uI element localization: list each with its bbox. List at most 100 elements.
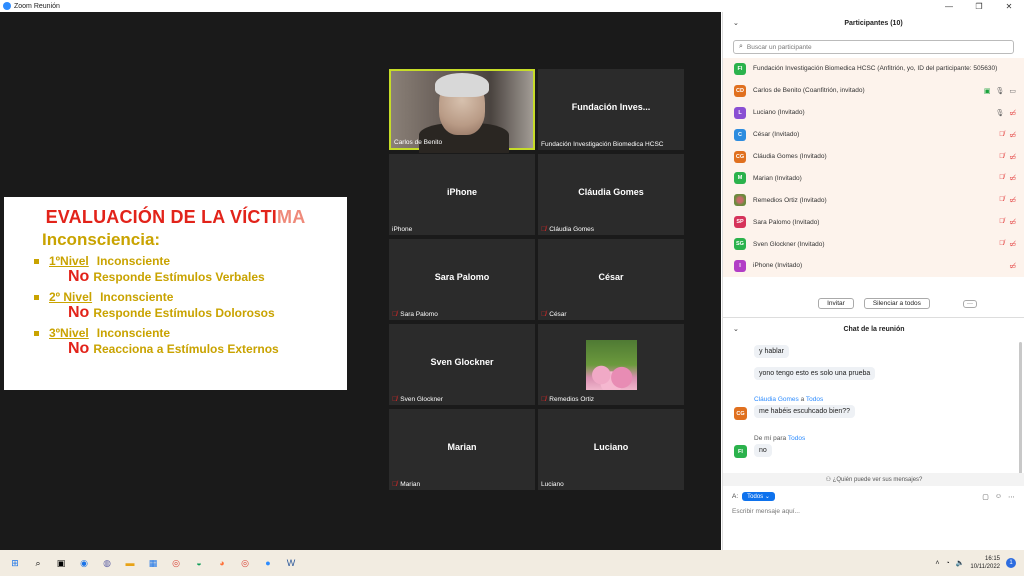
participant-row[interactable]: SG Sven Glockner (Invitado) 🎙̸ ▭̸ xyxy=(723,233,1024,256)
mic-muted-icon[interactable]: 🎙̸ xyxy=(999,218,1004,226)
participant-search-input[interactable]: ⌕ Buscar un participante xyxy=(733,40,1014,54)
participant-actions: Invitar Silenciar a todos ··· xyxy=(723,298,1024,309)
mic-muted-icon[interactable]: 🎙̸ xyxy=(999,131,1004,139)
participant-row[interactable]: SP Sara Palomo (Invitado) 🎙̸ ▭̸ xyxy=(723,211,1024,234)
mic-muted-icon[interactable]: 🎙̸ xyxy=(999,240,1004,248)
collapse-chevron-icon[interactable]: ⌄ xyxy=(733,19,739,27)
tile-name: César xyxy=(598,272,624,282)
chevron-up-icon[interactable]: ˄ xyxy=(935,560,939,567)
participant-row[interactable]: CD Carlos de Benito (Coanfitrión, invita… xyxy=(723,79,1024,102)
more-options-button[interactable]: ··· xyxy=(963,299,977,308)
chat-message: no xyxy=(754,444,772,457)
word-icon[interactable]: W xyxy=(283,555,299,571)
windows-start-icon[interactable]: ⊞ xyxy=(7,555,23,571)
profile-picture-flowers xyxy=(586,340,637,390)
edge-icon[interactable]: ◒ xyxy=(191,555,207,571)
participant-row[interactable]: L Luciano (Invitado) 🎙 ▭̸ xyxy=(723,101,1024,124)
camera-off-icon[interactable]: ▭̸ xyxy=(1009,153,1016,161)
camera-icon[interactable]: ▭ xyxy=(1009,87,1016,95)
video-tile-remedios[interactable]: 🎙̸ Remedios Ortiz xyxy=(538,324,684,405)
avatar: M xyxy=(734,172,746,185)
tile-label: iPhone xyxy=(392,226,413,233)
notification-badge[interactable]: 1 xyxy=(1006,558,1016,568)
shared-slide: EVALUACIÓN DE LA VÍCTIMA Inconsciencia: … xyxy=(4,197,347,390)
meeting-stage: EVALUACIÓN DE LA VÍCTIMA Inconsciencia: … xyxy=(0,12,721,550)
minimize-button[interactable]: — xyxy=(934,0,964,12)
chat-header: ⌄ Chat de la reunión xyxy=(723,320,1024,338)
firefox-icon[interactable]: ◕ xyxy=(214,555,230,571)
camera-off-icon[interactable]: ▭̸ xyxy=(1009,131,1016,139)
camera-off-icon[interactable]: ▭̸ xyxy=(1009,240,1016,248)
maximize-button[interactable]: ❐ xyxy=(964,0,994,12)
chat-scrollbar[interactable] xyxy=(1019,342,1022,482)
slide-title: EVALUACIÓN DE LA VÍCTIMA xyxy=(45,207,306,227)
emoji-icon[interactable]: ☺ xyxy=(995,493,1002,501)
video-tile-fundacion[interactable]: Fundación Inves... Fundación Investigaci… xyxy=(538,69,684,150)
chat-message: y hablar xyxy=(754,345,789,358)
volume-icon[interactable]: 🔈 xyxy=(956,559,965,567)
recipient-dropdown[interactable]: Todos ⌄ xyxy=(742,492,775,501)
tile-label: Fundación Investigación Biomedica HCSC xyxy=(541,141,664,148)
chrome-icon[interactable]: ◎ xyxy=(168,555,184,571)
video-tile-luciano[interactable]: Luciano Luciano xyxy=(538,409,684,490)
mic-muted-icon[interactable]: 🎙̸ xyxy=(999,153,1004,161)
mute-all-button[interactable]: Silenciar a todos xyxy=(863,298,930,309)
mic-icon[interactable]: 🎙 xyxy=(995,109,1004,117)
search-icon[interactable]: ⌕ xyxy=(30,555,46,571)
who-can-see-link[interactable]: ⚇ ¿Quién puede ver sus mensajes? xyxy=(723,473,1024,486)
video-tile-iphone[interactable]: iPhone iPhone xyxy=(389,154,535,235)
video-feed xyxy=(391,71,533,153)
mic-muted-icon[interactable]: 🎙̸ xyxy=(999,174,1004,182)
collapse-chevron-icon[interactable]: ⌄ xyxy=(733,325,739,333)
slide-level-1: 1ºNivel Inconsciente No Responde Estímulos… xyxy=(34,254,347,286)
file-explorer-icon[interactable]: ▬ xyxy=(122,555,138,571)
participant-row[interactable]: I iPhone (Invitado) ▭̸ xyxy=(723,255,1024,277)
tile-label: Carlos de Benito xyxy=(394,139,443,146)
camera-off-icon[interactable]: ▭̸ xyxy=(1009,262,1016,270)
mic-icon[interactable]: 🎙 xyxy=(995,87,1004,95)
window-title: Zoom Reunión xyxy=(14,2,60,10)
avatar: L xyxy=(734,106,746,119)
participant-row[interactable]: FI Fundación Investigación Biomedica HCS… xyxy=(723,58,1024,80)
avatar: CD xyxy=(734,84,746,97)
file-icon[interactable]: ▢ xyxy=(982,493,989,501)
chat-app-icon[interactable]: ◍ xyxy=(99,555,115,571)
avatar: SG xyxy=(734,238,746,251)
zoom-icon[interactable]: ● xyxy=(260,555,276,571)
avatar: SP xyxy=(734,216,746,229)
tile-label: 🎙̸ Sven Glockner xyxy=(392,396,443,403)
clock[interactable]: 16:15 10/11/2022 xyxy=(970,555,1000,571)
camera-off-icon[interactable]: ▭̸ xyxy=(1009,218,1016,226)
avatar: CG xyxy=(734,150,746,163)
system-tray: ˄ ◔ 🔈 16:15 10/11/2022 1 xyxy=(935,550,1016,576)
video-tile-sara[interactable]: Sara Palomo 🎙̸ Sara Palomo xyxy=(389,239,535,320)
network-icon[interactable]: ◔ xyxy=(945,560,949,567)
video-tile-marian[interactable]: Marian 🎙̸ Marian xyxy=(389,409,535,490)
invite-button[interactable]: Invitar xyxy=(818,298,854,309)
tile-name: Marian xyxy=(447,442,477,452)
close-button[interactable]: ✕ xyxy=(994,0,1024,12)
camera-off-icon[interactable]: ▭̸ xyxy=(1009,196,1016,204)
participant-row[interactable]: C César (Invitado) 🎙̸ ▭̸ xyxy=(723,123,1024,146)
more-icon[interactable]: ⋯ xyxy=(1008,493,1015,501)
participants-title: Participantes (10) xyxy=(844,19,903,27)
video-tile-claudia[interactable]: Cláudia Gomes 🎙̸ Cláudia Gomes xyxy=(538,154,684,235)
mic-muted-icon[interactable]: 🎙̸ xyxy=(999,196,1004,204)
tile-name: Luciano xyxy=(593,442,629,452)
chat-input[interactable]: Escribir mensaje aquí... xyxy=(732,508,800,515)
video-tile-sven[interactable]: Sven Glockner 🎙̸ Sven Glockner xyxy=(389,324,535,405)
task-view-icon[interactable]: ▣ xyxy=(53,555,69,571)
camera-off-icon[interactable]: ▭̸ xyxy=(1009,174,1016,182)
store-icon[interactable]: ▦ xyxy=(145,555,161,571)
tile-name: Cláudia Gomes xyxy=(578,187,644,197)
video-tile-cesar[interactable]: César 🎙̸ César xyxy=(538,239,684,320)
participant-row[interactable]: CG Cláudia Gomes (Invitado) 🎙̸ ▭̸ xyxy=(723,145,1024,168)
slide-level-2: 2º Nivel Inconsciente No Responde Estímulo… xyxy=(34,290,347,322)
avatar xyxy=(734,194,746,207)
participant-row[interactable]: M Marian (Invitado) 🎙̸ ▭̸ xyxy=(723,167,1024,190)
widgets-icon[interactable]: ◉ xyxy=(76,555,92,571)
video-tile-carlos[interactable]: Carlos de Benito xyxy=(389,69,535,153)
camera-off-icon[interactable]: ▭̸ xyxy=(1009,109,1016,117)
participant-row[interactable]: Remedios Ortiz (Invitado) 🎙̸ ▭̸ xyxy=(723,189,1024,212)
chrome-icon-2[interactable]: ◎ xyxy=(237,555,253,571)
